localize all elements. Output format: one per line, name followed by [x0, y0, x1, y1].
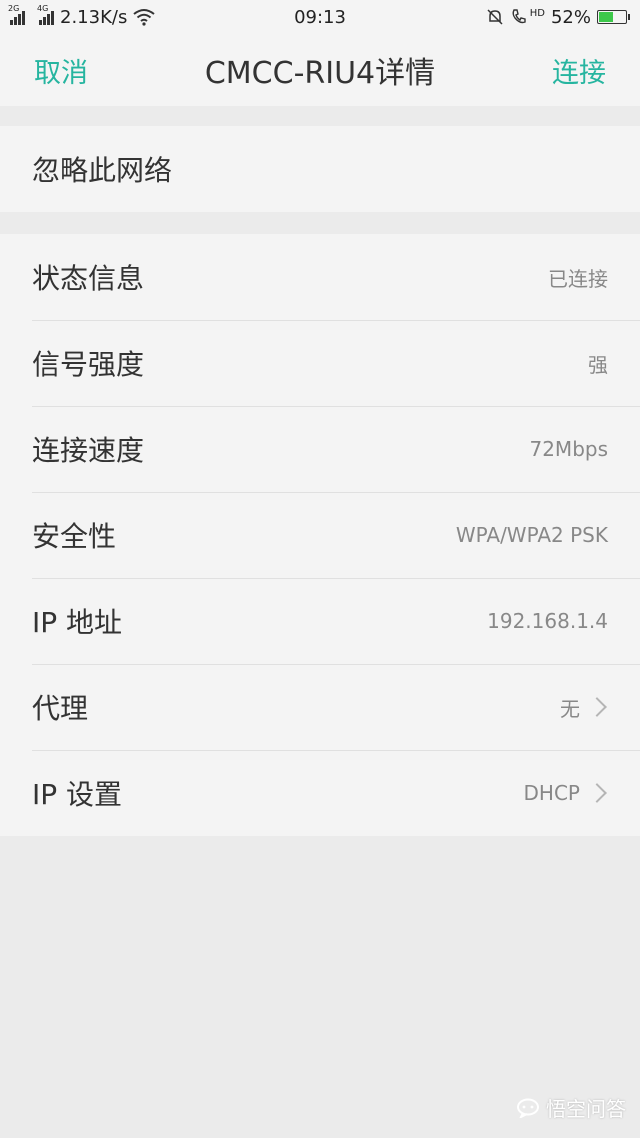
status-right: HD 52% — [486, 7, 630, 28]
signal-icon: 4G — [37, 4, 54, 25]
row-value: DHCP — [523, 781, 580, 805]
phone-icon — [512, 9, 526, 24]
hd-badge: HD — [529, 7, 545, 19]
detail-row-status: 状态信息 已连接 — [0, 234, 640, 320]
chevron-right-icon — [587, 697, 607, 717]
row-value-wrap: 无 — [560, 693, 608, 722]
connect-button[interactable]: 连接 — [552, 51, 606, 90]
row-label: IP 地址 — [32, 606, 123, 639]
row-label: 代理 — [32, 692, 89, 725]
page-title: CMCC-RIU4详情 — [204, 56, 436, 91]
signal-icon: 2G — [8, 4, 25, 25]
network-type-label: 4G — [37, 4, 49, 13]
row-value: 无 — [560, 696, 580, 721]
network-type-label: 2G — [8, 4, 20, 13]
row-value: WPA/WPA2 PSK — [455, 523, 608, 547]
watermark: 悟空问答 — [516, 1093, 626, 1122]
forget-section: 忽略此网络 — [0, 126, 640, 212]
detail-row-speed: 连接速度 72Mbps — [0, 406, 640, 492]
row-value: 强 — [588, 352, 608, 377]
row-label: IP 设置 — [32, 778, 123, 811]
row-label: 连接速度 — [32, 434, 145, 467]
row-label: 信号强度 — [32, 348, 145, 381]
forget-network-button[interactable]: 忽略此网络 — [0, 126, 640, 212]
row-value: 已连接 — [548, 266, 608, 291]
network-speed: 2.13K/s — [60, 6, 128, 28]
cancel-button[interactable]: 取消 — [34, 51, 88, 90]
wifi-icon — [133, 9, 155, 26]
row-value-wrap: DHCP — [524, 781, 608, 805]
row-label: 状态信息 — [32, 262, 145, 295]
detail-row-security: 安全性 WPA/WPA2 PSK — [0, 492, 640, 578]
speech-bubble-icon — [517, 1098, 539, 1118]
chevron-right-icon — [587, 783, 607, 803]
battery-percent: 52% — [550, 6, 591, 28]
status-bar: 2G 4G 2.13K/s 09:13 HD 52% — [0, 0, 640, 34]
watermark-text: 悟空问答 — [546, 1097, 626, 1121]
detail-row-proxy[interactable]: 代理 无 — [0, 664, 640, 750]
details-list: 状态信息 已连接 信号强度 强 连接速度 72Mbps 安全性 WPA/WPA2… — [0, 234, 640, 836]
row-value: 192.168.1.4 — [487, 609, 608, 633]
detail-row-ip-settings[interactable]: IP 设置 DHCP — [0, 750, 640, 836]
row-label: 安全性 — [32, 520, 117, 553]
status-left: 2G 4G 2.13K/s — [8, 4, 155, 28]
nav-header: 取消 CMCC-RIU4详情 连接 — [0, 34, 640, 106]
row-value: 72Mbps — [529, 437, 608, 461]
detail-row-signal: 信号强度 强 — [0, 320, 640, 406]
detail-row-ip-address: IP 地址 192.168.1.4 — [0, 578, 640, 664]
battery-icon — [597, 10, 630, 24]
mute-bell-icon — [487, 9, 503, 25]
